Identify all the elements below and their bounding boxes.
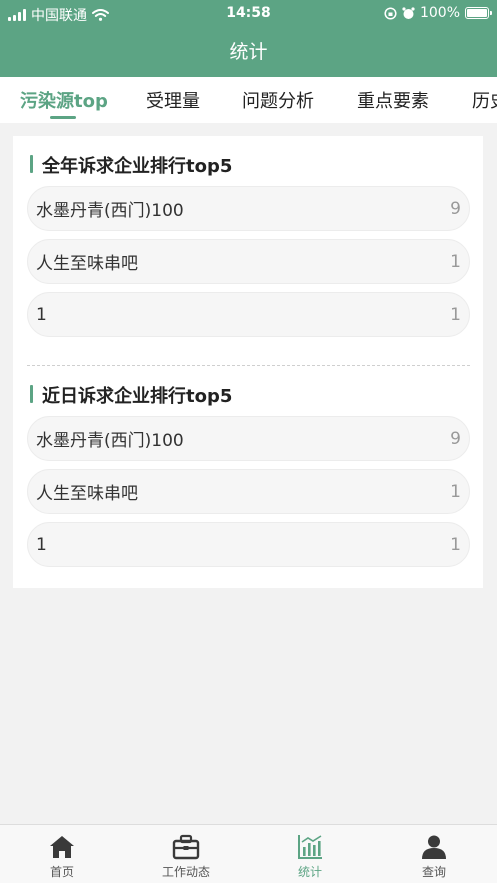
item-name: 人生至味串吧 [36, 254, 138, 274]
header: 中国联通 14:58 100% 统计 [0, 0, 497, 77]
active-tab-indicator [50, 116, 76, 119]
nav-home-label: 首页 [49, 865, 74, 879]
tab-key-elements[interactable]: 重点要素 [357, 87, 429, 113]
list-item[interactable]: 人生至味串吧 1 [27, 239, 470, 284]
battery-percent: 100% [419, 5, 460, 21]
list-item[interactable]: 人生至味串吧 1 [27, 469, 470, 514]
status-bar: 中国联通 14:58 100% [0, 0, 497, 26]
tab-bar: 污染源top 受理量 问题分析 重点要素 历史 [0, 77, 497, 123]
home-icon [50, 836, 74, 858]
nav-work-updates[interactable]: 工作动态 [124, 825, 248, 883]
chart-icon [298, 835, 322, 859]
item-count: 9 [450, 428, 461, 449]
tab-pollution-top[interactable]: 污染源top [20, 87, 108, 113]
nav-search[interactable]: 查询 [372, 825, 496, 883]
list-item[interactable]: 水墨丹青(西门)100 9 [27, 416, 470, 461]
list-item[interactable]: 1 1 [27, 522, 470, 567]
section-divider [27, 365, 470, 366]
ranking-card: 全年诉求企业排行top5 水墨丹青(西门)100 9 人生至味串吧 1 1 1 … [13, 136, 483, 588]
section-title-annual: 全年诉求企业排行top5 [30, 152, 232, 178]
item-name: 水墨丹青(西门)100 [36, 201, 184, 221]
tab-history[interactable]: 历史 [472, 87, 497, 113]
bottom-nav: 首页 工作动态 统计 查询 [0, 824, 497, 883]
item-name: 水墨丹青(西门)100 [36, 431, 184, 451]
list-item[interactable]: 1 1 [27, 292, 470, 337]
nav-statistics[interactable]: 统计 [248, 825, 372, 883]
item-count: 9 [450, 198, 461, 219]
nav-home[interactable]: 首页 [0, 825, 124, 883]
battery-fill [467, 9, 487, 17]
item-count: 1 [450, 304, 461, 325]
nav-search-label: 查询 [421, 865, 446, 879]
nav-statistics-label: 统计 [297, 865, 322, 879]
item-name: 1 [36, 534, 47, 555]
section-title-recent: 近日诉求企业排行top5 [30, 382, 232, 408]
person-icon [422, 835, 446, 859]
nav-work-updates-label: 工作动态 [161, 865, 210, 879]
rotation-lock-icon [384, 6, 397, 20]
item-count: 1 [450, 534, 461, 555]
battery-icon [465, 7, 492, 19]
briefcase-icon [172, 834, 200, 860]
item-count: 1 [450, 251, 461, 272]
item-count: 1 [450, 481, 461, 502]
list-item[interactable]: 水墨丹青(西门)100 9 [27, 186, 470, 231]
item-name: 1 [36, 304, 47, 325]
page-title: 统计 [229, 41, 268, 63]
item-name: 人生至味串吧 [36, 484, 138, 504]
tab-problem-analysis[interactable]: 问题分析 [242, 87, 314, 113]
alarm-icon [402, 6, 415, 19]
tab-acceptance[interactable]: 受理量 [146, 87, 200, 113]
